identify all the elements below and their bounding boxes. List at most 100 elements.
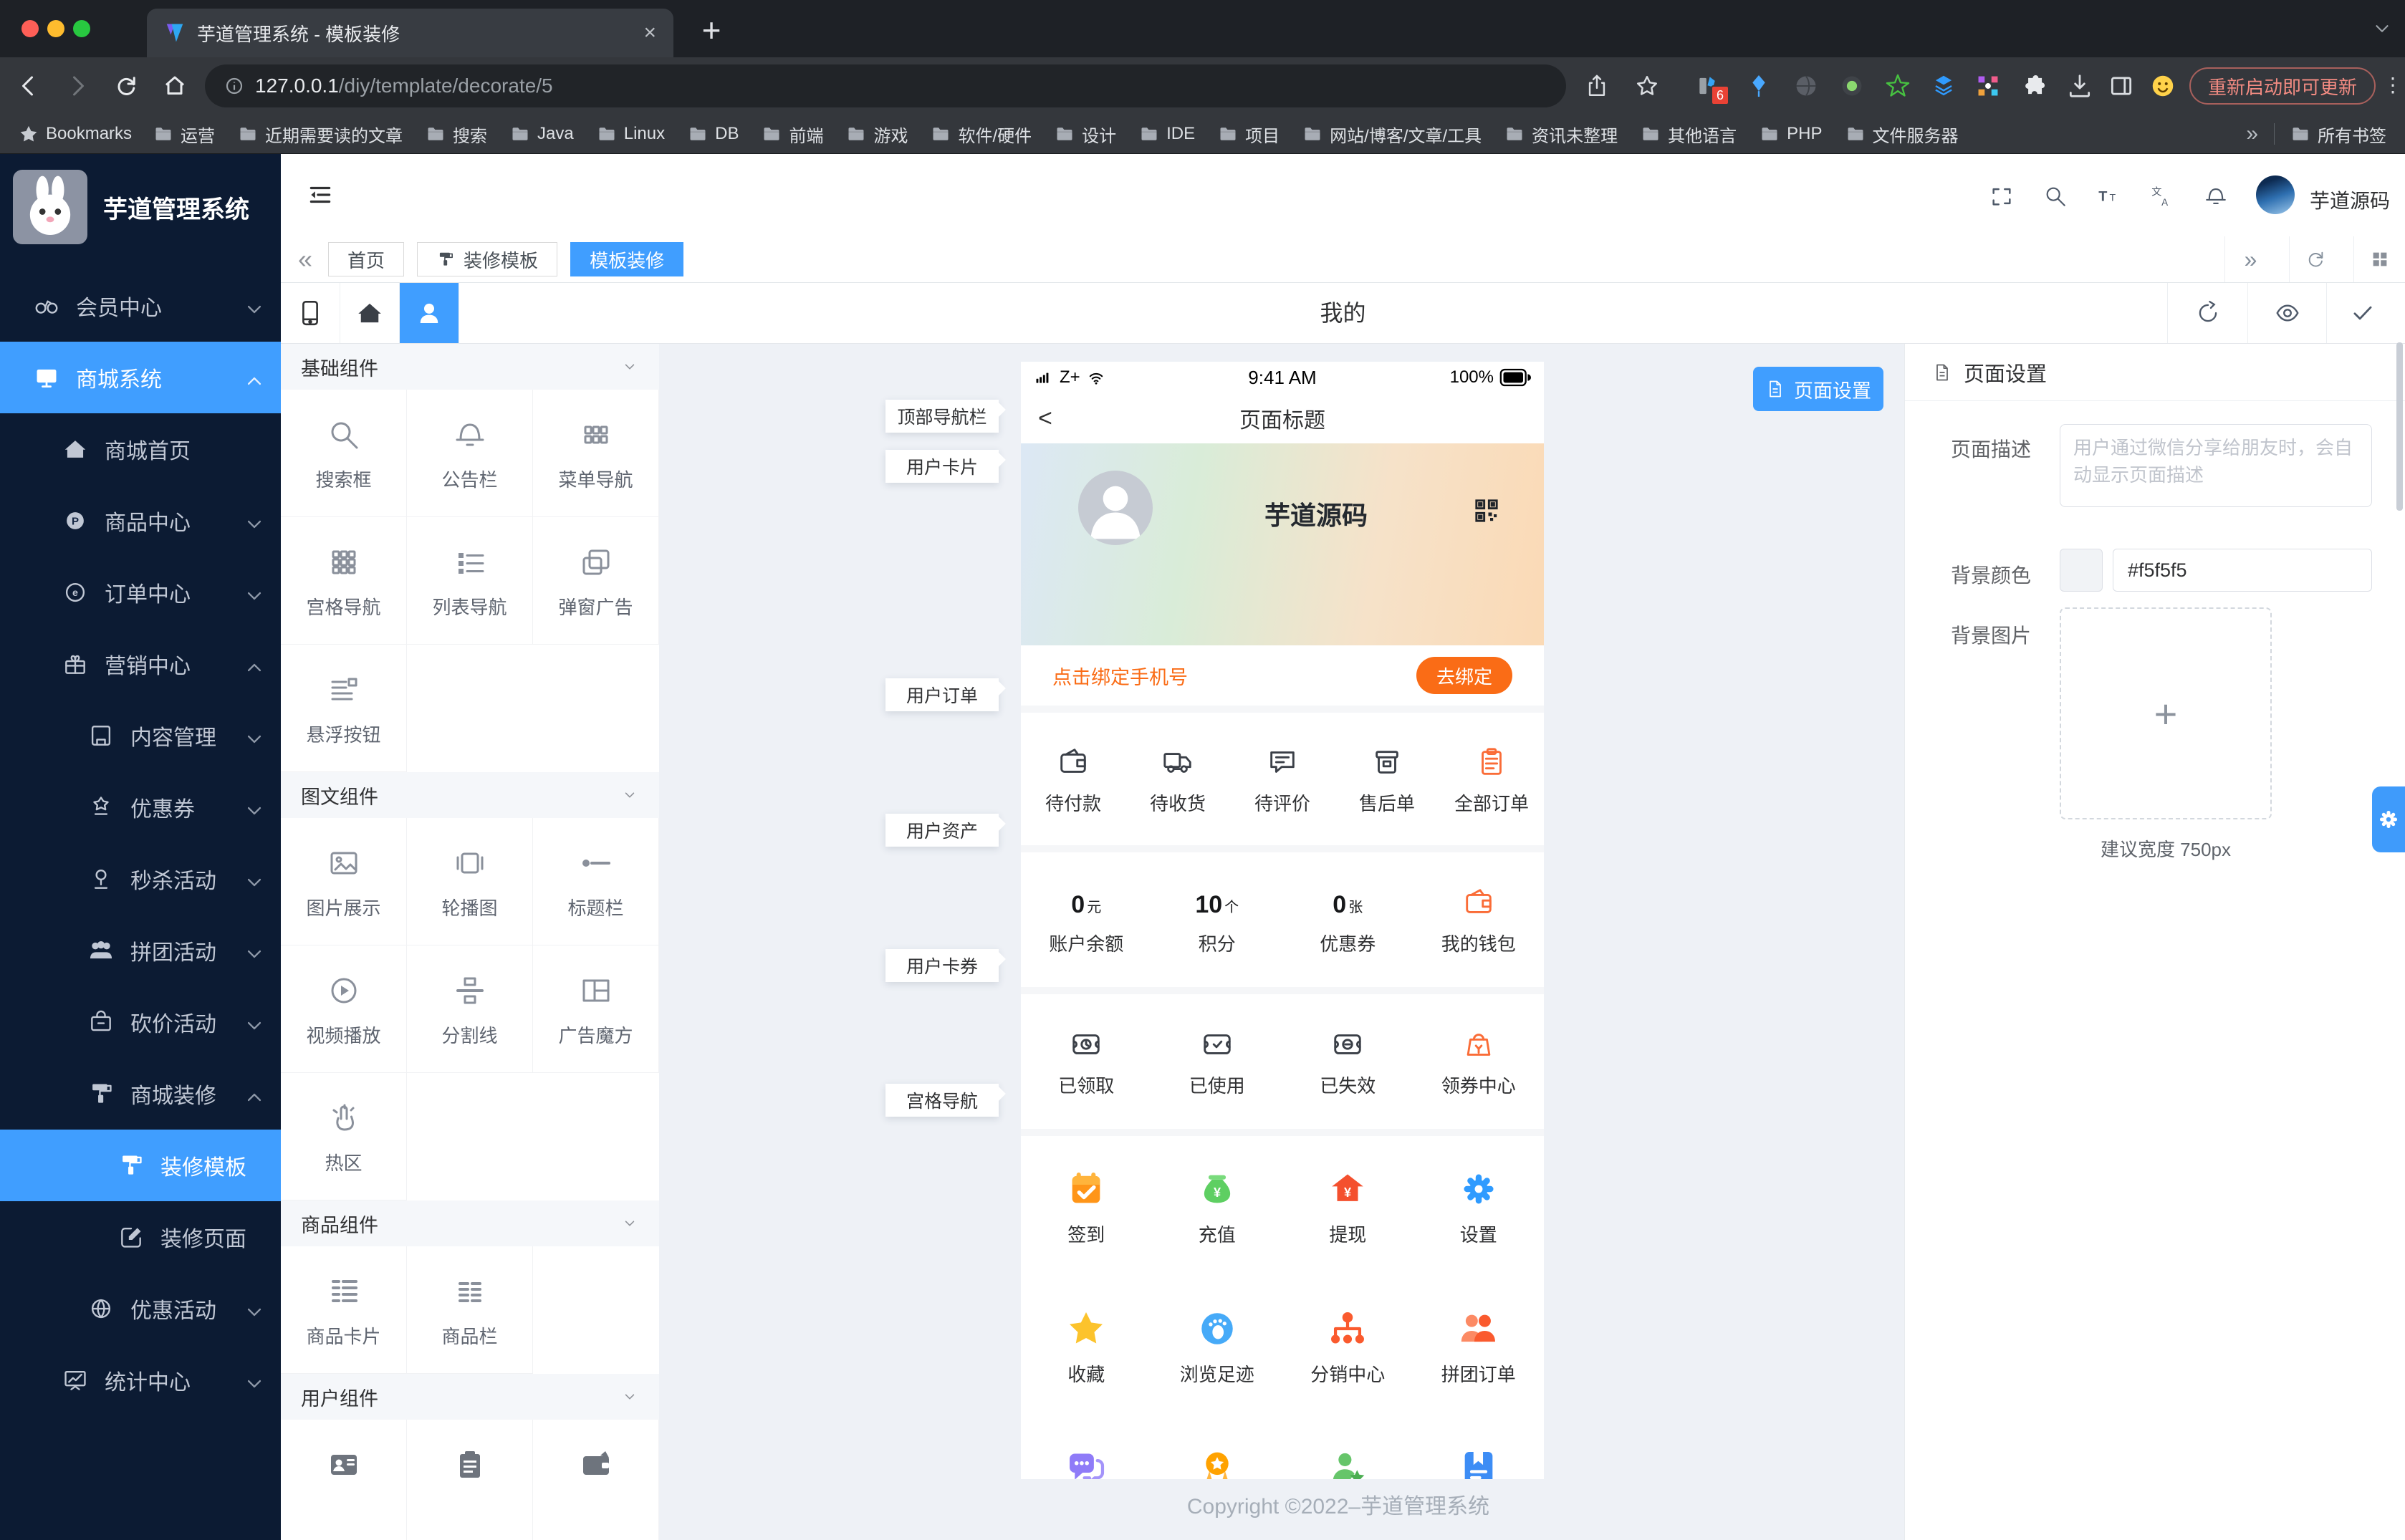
bookmark-folder[interactable]: 搜索: [426, 122, 487, 147]
component-tag-用户订单[interactable]: 用户订单: [885, 678, 999, 711]
page-desc-textarea[interactable]: [2060, 424, 2372, 507]
sidebar-item-商城系统[interactable]: 商城系统: [0, 342, 281, 413]
phone-item-签到[interactable]: 签到: [1021, 1136, 1152, 1276]
extension-icon-sphere[interactable]: [1792, 72, 1820, 100]
page-tab-装修模板[interactable]: 装修模板: [417, 242, 557, 276]
bookmark-folder[interactable]: 其他语言: [1641, 122, 1737, 147]
palette-section-header[interactable]: 商品组件: [281, 1200, 659, 1246]
palette-item-图片展示[interactable]: 图片展示: [281, 818, 407, 945]
sidebar-item-拼团活动[interactable]: 拼团活动: [0, 915, 281, 986]
phone-item-待收货[interactable]: 待收货: [1125, 713, 1230, 845]
bookmarks-overflow-chevron[interactable]: »: [2246, 122, 2258, 146]
downloads-icon[interactable]: [2066, 72, 2093, 100]
sidebar-item-优惠活动[interactable]: 优惠活动: [0, 1273, 281, 1344]
palette-item-轮播图[interactable]: 轮播图: [407, 818, 533, 945]
extension-icon-adblock[interactable]: 6: [1695, 72, 1722, 100]
settings-gear-fab[interactable]: [2372, 786, 2405, 852]
sidebar-item-砍价活动[interactable]: 砍价活动: [0, 986, 281, 1058]
new-tab-button[interactable]: +: [691, 10, 731, 50]
app-logo[interactable]: 芋道管理系统: [13, 170, 249, 244]
palette-item-clipboard-fill[interactable]: [407, 1420, 533, 1540]
bookmark-folder[interactable]: DB: [688, 122, 739, 147]
phone-preview[interactable]: Z+ 9:41 AM 100% < 页面标题 芋道源码 点击绑定手机号: [1021, 362, 1544, 1479]
notification-bell-icon[interactable]: [2204, 184, 2228, 208]
palette-section-header[interactable]: 用户组件: [281, 1374, 659, 1420]
user-coupons-component[interactable]: 已领取已使用已失效领券中心: [1021, 994, 1544, 1129]
component-tag-宫格导航[interactable]: 宫格导航: [885, 1084, 999, 1117]
sidebar-item-营销中心[interactable]: 营销中心: [0, 628, 281, 700]
bookmark-folder[interactable]: 近期需要读的文章: [238, 122, 403, 147]
component-tag-用户卡片[interactable]: 用户卡片: [885, 450, 999, 483]
bg-color-swatch[interactable]: [2060, 549, 2103, 592]
phone-item-账户余额[interactable]: 0元账户余额: [1021, 852, 1152, 987]
component-tag-用户卡券[interactable]: 用户卡券: [885, 949, 999, 982]
tabs-layout-grid-icon[interactable]: [2353, 236, 2405, 282]
tabs-refresh-icon[interactable]: [2289, 236, 2341, 282]
palette-item-广告魔方[interactable]: 广告魔方: [533, 945, 659, 1073]
palette-item-商品栏[interactable]: 商品栏: [407, 1246, 533, 1374]
extensions-puzzle-icon[interactable]: [2020, 72, 2048, 100]
sidebar-item-商城装修[interactable]: 商城装修: [0, 1058, 281, 1130]
extension-icon-scan[interactable]: [1974, 72, 2002, 100]
search-icon[interactable]: [2043, 184, 2068, 208]
bookmark-folder[interactable]: 项目: [1218, 122, 1280, 147]
extension-icon-kite[interactable]: [1745, 72, 1772, 100]
bookmarks-root[interactable]: Bookmarks: [19, 124, 132, 144]
tabs-overflow-chevron[interactable]: »: [2224, 236, 2276, 282]
sidebar-item-统计中心[interactable]: 统计中心: [0, 1344, 281, 1416]
browser-tab[interactable]: 芋道管理系统 - 模板装修 ×: [147, 9, 673, 57]
user-avatar[interactable]: [2256, 175, 2295, 214]
phone-item-我的钱包[interactable]: 我的钱包: [1413, 852, 1545, 987]
window-close-button[interactable]: [21, 20, 39, 37]
phone-item-分销中心[interactable]: 分销中心: [1282, 1276, 1413, 1415]
component-tag-用户资产[interactable]: 用户资产: [885, 814, 999, 847]
palette-item-分割线[interactable]: 分割线: [407, 945, 533, 1073]
phone-item-g-medal[interactable]: [1152, 1415, 1283, 1479]
phone-item-设置[interactable]: 设置: [1413, 1136, 1545, 1276]
phone-item-已领取[interactable]: 已领取: [1021, 994, 1152, 1129]
device-phone-icon[interactable]: [281, 283, 340, 343]
phone-item-已使用[interactable]: 已使用: [1152, 994, 1283, 1129]
sidebar-item-秒杀活动[interactable]: 秒杀活动: [0, 843, 281, 915]
language-icon[interactable]: 文A: [2149, 184, 2173, 208]
component-tag-顶部导航栏[interactable]: 顶部导航栏: [885, 400, 999, 433]
tab-close-icon[interactable]: ×: [643, 21, 656, 45]
bookmark-folder[interactable]: 运营: [153, 122, 215, 147]
sidebar-item-商品中心[interactable]: P商品中心: [0, 485, 281, 557]
all-bookmarks-folder[interactable]: 所有书签: [2290, 122, 2386, 147]
fullscreen-icon[interactable]: [1989, 184, 2014, 208]
preview-eye-icon[interactable]: [2247, 283, 2326, 343]
extension-icon-star[interactable]: [1884, 72, 1911, 100]
palette-item-wallet-fill[interactable]: [533, 1420, 659, 1540]
palette-item-弹窗广告[interactable]: 弹窗广告: [533, 517, 659, 645]
bookmark-folder[interactable]: 设计: [1055, 122, 1116, 147]
bookmark-star-icon[interactable]: [1635, 74, 1659, 98]
page-tab-模板装修[interactable]: 模板装修: [570, 242, 683, 276]
palette-item-商品卡片[interactable]: 商品卡片: [281, 1246, 407, 1374]
user-assets-component[interactable]: 0元账户余额10个积分0张优惠券我的钱包: [1021, 852, 1544, 987]
bookmark-folder[interactable]: IDE: [1139, 122, 1195, 147]
palette-item-id-card-fill[interactable]: [281, 1420, 407, 1540]
palette-item-搜索框[interactable]: 搜索框: [281, 390, 407, 517]
palette-section-header[interactable]: 图文组件: [281, 772, 659, 818]
scrollbar-thumb[interactable]: [2396, 342, 2403, 511]
browser-menu-kebab-icon[interactable]: ⋮: [2383, 73, 2399, 99]
back-icon[interactable]: [16, 73, 42, 99]
profile-emoji-icon[interactable]: [2149, 72, 2176, 100]
reset-icon[interactable]: [2167, 283, 2247, 343]
sidebar-item-订单中心[interactable]: e订单中心: [0, 557, 281, 628]
bookmark-folder[interactable]: 游戏: [846, 122, 908, 147]
tab-search-chevron-icon[interactable]: [2369, 16, 2395, 42]
tabs-collapse-chevron[interactable]: «: [298, 246, 312, 272]
side-panel-icon[interactable]: [2108, 72, 2135, 100]
extension-icon-layers[interactable]: [1930, 72, 1957, 100]
browser-update-button[interactable]: 重新启动即可更新: [2189, 67, 2376, 105]
palette-item-列表导航[interactable]: 列表导航: [407, 517, 533, 645]
sidebar-item-内容管理[interactable]: 内容管理: [0, 700, 281, 771]
phone-item-拼团订单[interactable]: 拼团订单: [1413, 1276, 1545, 1415]
phone-item-g-card[interactable]: [1413, 1415, 1545, 1479]
page-profile-icon[interactable]: [400, 283, 459, 343]
phone-back-chevron[interactable]: <: [1038, 405, 1052, 433]
palette-item-热区[interactable]: 热区: [281, 1073, 407, 1200]
phone-item-提现[interactable]: ¥提现: [1282, 1136, 1413, 1276]
